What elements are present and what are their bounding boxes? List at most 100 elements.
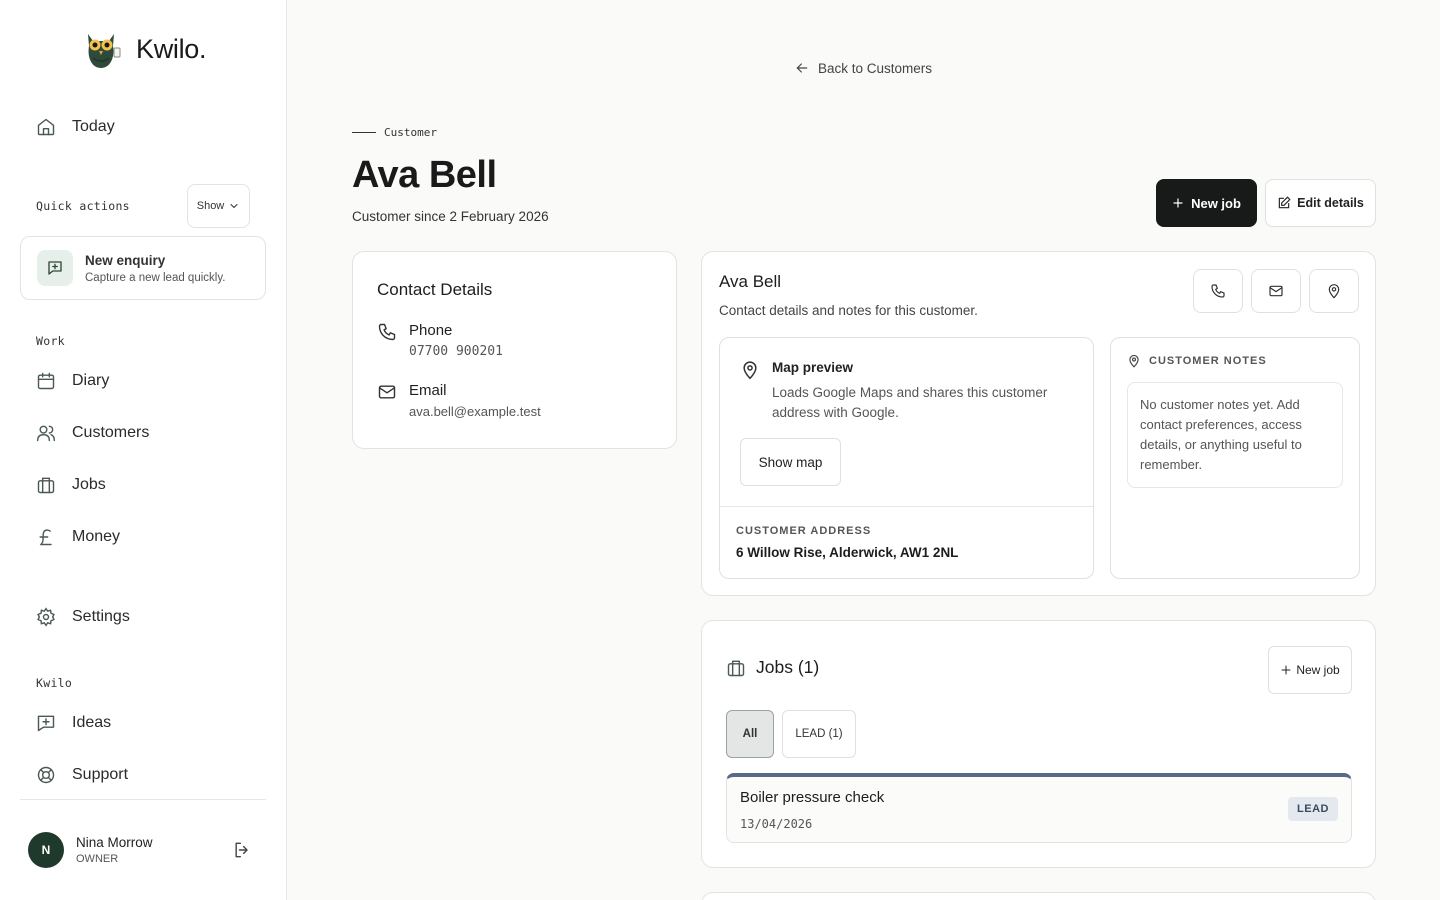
job-name: Boiler pressure check [740,789,885,806]
notes-label: CUSTOMER NOTES [1149,355,1267,367]
page-title: Ava Bell [352,154,497,196]
map-pin-icon [1326,283,1342,299]
phone-label: Phone [409,322,453,339]
back-link-label: Back to Customers [818,60,933,76]
owl-icon [80,28,122,70]
brand-logo[interactable]: Kwilo. [80,28,207,70]
gear-icon [36,607,56,627]
contact-details-card: Contact Details Phone 07700 900201 Email… [352,251,677,449]
new-enquiry-button[interactable]: New enquiry Capture a new lead quickly. [20,236,266,300]
sidebar-item-label: Ideas [72,714,112,731]
customer-name: Ava Bell [719,272,782,291]
job-item[interactable]: Boiler pressure check 13/04/2026 LEAD [726,773,1352,843]
map-pin-icon [740,360,760,380]
kwilo-label: Kwilo [36,676,73,690]
customer-notes-panel: CUSTOMER NOTES No customer notes yet. Ad… [1110,337,1360,579]
brand-name: Kwilo. [136,33,207,64]
map-button[interactable] [1309,269,1359,313]
sidebar: Kwilo. Today Quick actions Show New enqu… [0,0,287,900]
message-plus-icon [37,250,73,286]
edit-icon [1277,196,1291,210]
sidebar-item-label: Support [72,766,129,783]
jobs-heading: Jobs (1) [726,657,819,678]
show-map-button[interactable]: Show map [740,438,841,486]
phone-icon [377,322,397,359]
sidebar-item-customers[interactable]: Customers [36,420,149,446]
avatar: N [28,832,64,868]
logout-button[interactable] [232,840,252,860]
user-profile[interactable]: N Nina Morrow OWNER [28,832,153,868]
toggle-label: Show [196,200,225,212]
plus-icon [1172,197,1184,209]
filter-lead[interactable]: LEAD (1) [782,710,856,758]
arrow-left-icon [794,60,810,76]
enquiry-title: New enquiry [85,252,166,268]
page-eyebrow: Customer [352,126,437,139]
sidebar-item-support[interactable]: Support [36,762,128,788]
user-name: Nina Morrow [76,835,153,850]
work-label: Work [36,334,65,348]
call-button[interactable] [1193,269,1243,313]
sidebar-divider [20,799,266,800]
customer-address: 6 Willow Rise, Alderwick, AW1 2NL [736,545,959,560]
customer-card: Ava Bell Contact details and notes for t… [701,251,1376,596]
sidebar-item-settings[interactable]: Settings [36,604,130,630]
new-job-button[interactable]: New job [1156,179,1257,227]
address-label: CUSTOMER ADDRESS [736,525,872,537]
sidebar-item-ideas[interactable]: Ideas [36,710,111,736]
briefcase-icon [726,658,746,678]
quick-actions-toggle[interactable]: Show [187,184,250,228]
email-value: ava.bell@example.test [409,404,541,419]
calendar-icon [36,371,56,391]
map-preview-description: Loads Google Maps and shares this custom… [772,385,1048,420]
button-label: New job [1296,663,1340,677]
filter-all[interactable]: All [726,710,774,758]
lifebuoy-icon [36,765,56,785]
button-label: New job [1191,195,1241,211]
sidebar-item-label: Diary [72,372,110,389]
jobs-title: Jobs (1) [756,657,820,677]
mail-icon [1268,283,1284,299]
email-label: Email [409,382,447,399]
job-date: 13/04/2026 [740,817,813,831]
sidebar-item-label: Money [72,528,121,545]
quick-actions-label: Quick actions [36,199,130,213]
user-role: OWNER [76,853,119,865]
eyebrow-label: Customer [384,126,437,139]
next-section-card [701,892,1376,900]
phone-value: 07700 900201 [409,344,503,359]
enquiry-subtitle: Capture a new lead quickly. [85,271,226,284]
sidebar-item-today[interactable]: Today [36,114,115,140]
status-badge: LEAD [1288,797,1338,821]
eyebrow-line [352,132,376,133]
map-divider [720,506,1093,507]
contact-phone[interactable]: Phone 07700 900201 [377,322,503,359]
notes-text[interactable]: No customer notes yet. Add contact prefe… [1127,382,1343,488]
sidebar-item-money[interactable]: Money [36,524,120,550]
mail-icon [377,382,397,419]
edit-details-button[interactable]: Edit details [1265,179,1376,227]
briefcase-icon [36,475,56,495]
sidebar-item-label: Customers [72,424,150,441]
phone-icon [1210,283,1226,299]
customer-since: Customer since 2 February 2026 [352,209,549,224]
back-to-customers-link[interactable]: Back to Customers [794,60,932,76]
logout-icon [232,840,252,860]
plus-icon [1280,664,1292,676]
button-label: Edit details [1297,196,1364,210]
sidebar-item-diary[interactable]: Diary [36,368,109,394]
users-icon [36,423,56,443]
message-plus-icon [36,713,56,733]
customer-description: Contact details and notes for this custo… [719,303,978,318]
pound-icon [36,527,56,547]
sidebar-item-jobs[interactable]: Jobs [36,472,106,498]
jobs-card: Jobs (1) New job All LEAD (1) Boiler pre… [701,620,1376,868]
contact-email[interactable]: Email ava.bell@example.test [377,382,541,419]
notes-header: CUSTOMER NOTES [1127,354,1267,368]
jobs-new-job-button[interactable]: New job [1268,646,1352,694]
chevron-down-icon [228,200,240,212]
email-button[interactable] [1251,269,1301,313]
home-icon [36,117,56,137]
map-pin-icon [1127,354,1141,368]
map-preview-panel: Map preview Loads Google Maps and shares… [719,337,1094,579]
